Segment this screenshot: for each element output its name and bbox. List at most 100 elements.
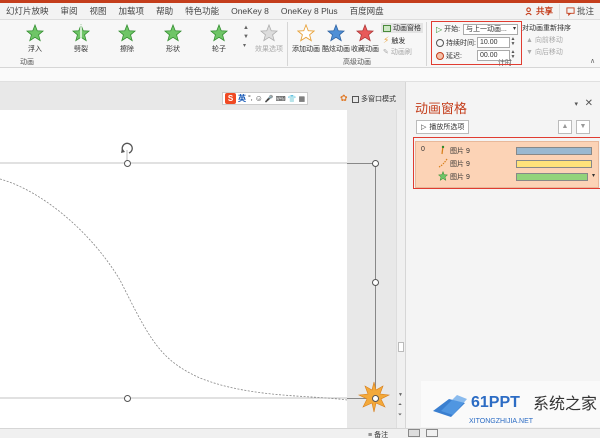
up-arrow-icon: ▲: [526, 36, 533, 44]
star-icon: [72, 24, 90, 42]
star-icon: [164, 24, 182, 42]
trigger-label: 触发: [391, 37, 406, 45]
effect-label: 浮入: [28, 46, 42, 53]
menu-features[interactable]: 特色功能: [179, 5, 225, 17]
effect-options-icon: [260, 24, 278, 42]
play-icon: ▷: [421, 124, 427, 131]
cool-animation-button[interactable]: 酷炫动画: [321, 22, 351, 56]
effect-label: 劈裂: [74, 46, 88, 53]
next-slide-icon[interactable]: ⏷: [398, 412, 402, 418]
animation-pane-button[interactable]: 动画窗格: [381, 23, 423, 33]
notes-icon: ≡: [368, 431, 373, 438]
emoji-icon: ☺: [254, 94, 263, 103]
menu-onekey8[interactable]: OneKey 8: [225, 6, 275, 16]
resize-handle-right[interactable]: [372, 279, 379, 286]
multi-window-toggle[interactable]: 多窗口模式: [352, 94, 396, 104]
svg-text:系统之家: 系统之家: [533, 394, 597, 413]
animation-pane-icon: [383, 24, 391, 32]
sogou-logo-icon: S: [225, 93, 236, 104]
menu-addins[interactable]: 加载项: [113, 5, 151, 17]
prev-slide-icon[interactable]: ⏶: [398, 402, 402, 408]
close-icon[interactable]: ✕: [585, 98, 593, 109]
settings-gear-icon[interactable]: ✿: [340, 93, 348, 104]
skin-icon: 👕: [287, 95, 297, 103]
share-button[interactable]: 共享: [519, 4, 559, 19]
scroll-thumb[interactable]: [398, 342, 404, 352]
collect-animation-button[interactable]: 收藏动画: [350, 22, 380, 56]
effect-label: 形状: [166, 46, 180, 53]
svg-text:61PPT: 61PPT: [471, 394, 520, 411]
menu-help[interactable]: 帮助: [150, 5, 179, 17]
trigger-button[interactable]: ⚡ 触发: [383, 35, 405, 46]
star-icon: [26, 24, 44, 42]
play-selected-button[interactable]: ▷ 播放所选项: [416, 120, 470, 134]
collect-animation-label: 收藏动画: [351, 46, 379, 53]
comment-icon: [566, 6, 575, 16]
menu-onekey8plus[interactable]: OneKey 8 Plus: [275, 6, 344, 16]
animation-painter-label: 动画刷: [390, 49, 412, 56]
collect-animation-icon: [356, 24, 374, 42]
status-bar: ≡ 备注: [0, 428, 600, 438]
lightning-icon: ⚡: [383, 35, 390, 45]
add-animation-button[interactable]: 添加动画: [289, 22, 323, 56]
effect-options-button[interactable]: 效果选项: [250, 22, 288, 56]
resize-handle-bottom-right[interactable]: [372, 395, 379, 402]
scroll-down-icon[interactable]: ▼: [398, 392, 403, 398]
window-icon: [352, 95, 359, 103]
timing-highlight-box: [431, 21, 522, 65]
mic-icon: 🎤: [264, 95, 274, 103]
effect-scroll-arrows[interactable]: ▲ ▼ ▾: [243, 24, 249, 51]
animation-pane-label: 动画窗格: [393, 25, 421, 32]
resize-handle-bottom[interactable]: [124, 395, 131, 402]
menu-slideshow[interactable]: 幻灯片放映: [0, 5, 55, 17]
effect-shape[interactable]: 形状: [152, 22, 194, 56]
effect-wheel[interactable]: 轮子: [198, 22, 240, 56]
pane-options-icon[interactable]: ▾: [574, 100, 578, 108]
sogou-ime-bar[interactable]: S 英 °, ☺ 🎤 ⌨ 👕 ▦: [222, 92, 309, 105]
animations-ribbon: 浮入 劈裂 擦除 形状 轮子 ▲ ▼ ▾ 效果选项 动画 添加动画 酷炫动画 收藏动…: [0, 20, 600, 68]
add-star-icon: [297, 24, 315, 42]
star-icon: [210, 24, 228, 42]
reorder-title: 对动画重新排序: [522, 25, 571, 32]
notes-button[interactable]: ≡ 备注: [368, 430, 388, 438]
menu-view[interactable]: 视图: [84, 5, 113, 17]
brush-icon: ✎: [383, 49, 389, 56]
slide-editor: S 英 °, ☺ 🎤 ⌨ 👕 ▦ ✿ 多窗口模式 ▼ ⏶ ⏷: [0, 82, 405, 428]
star-icon: [118, 24, 136, 42]
effect-float-in[interactable]: 浮入: [14, 22, 56, 56]
down-arrow-icon: ▼: [526, 48, 533, 56]
slide-canvas[interactable]: [0, 110, 347, 428]
menu-review[interactable]: 审阅: [55, 5, 84, 17]
comment-label: 批注: [576, 6, 594, 16]
motion-path-curve: [0, 150, 347, 401]
move-down-button[interactable]: ▼: [576, 120, 590, 134]
animation-pane: 动画窗格 ▾ ✕ ▷ 播放所选项 ▲ ▼ 0 图片 9 图片 9 图片 9 ▾: [405, 82, 600, 428]
selection-border-top: [347, 163, 375, 164]
effect-split[interactable]: 劈裂: [60, 22, 102, 56]
menu-bar: 幻灯片放映 审阅 视图 加载项 帮助 特色功能 OneKey 8 OneKey …: [0, 3, 600, 20]
editor-vertical-scrollbar[interactable]: ▼ ⏶ ⏷: [396, 110, 405, 428]
resize-handle-top-right[interactable]: [372, 160, 379, 167]
collapse-ribbon-icon[interactable]: ∧: [590, 57, 595, 65]
keyboard-icon: ⌨: [275, 95, 286, 103]
move-up-button[interactable]: ▲: [558, 120, 572, 134]
sorter-view-icon[interactable]: [426, 429, 438, 437]
resize-handle-top[interactable]: [124, 160, 131, 167]
editor-toolstrip: S 英 °, ☺ 🎤 ⌨ 👕 ▦ ✿ 多窗口模式: [0, 82, 405, 110]
rotate-handle-icon[interactable]: [120, 142, 134, 156]
quick-toolbar: [0, 68, 600, 82]
share-label: 共享: [535, 6, 553, 16]
effect-wipe[interactable]: 擦除: [106, 22, 148, 56]
comment-button[interactable]: 批注: [558, 3, 600, 19]
add-animation-label: 添加动画: [292, 46, 320, 53]
cool-animation-icon: [327, 24, 345, 42]
normal-view-icon[interactable]: [408, 429, 420, 437]
effect-options-label: 效果选项: [255, 46, 283, 53]
move-earlier-button[interactable]: ▲ 向前移动: [526, 35, 563, 45]
play-selected-label: 播放所选项: [429, 124, 465, 131]
move-later-button[interactable]: ▼ 向后移动: [526, 47, 563, 57]
watermark-logo: 61PPT 系统之家 XITONGZHIJIA.NET: [421, 381, 600, 427]
group-label-advanced: 高级动画: [343, 59, 371, 66]
animation-painter-button[interactable]: ✎ 动画刷: [383, 47, 412, 57]
menu-baidu-netdisk[interactable]: 百度网盘: [344, 5, 390, 17]
